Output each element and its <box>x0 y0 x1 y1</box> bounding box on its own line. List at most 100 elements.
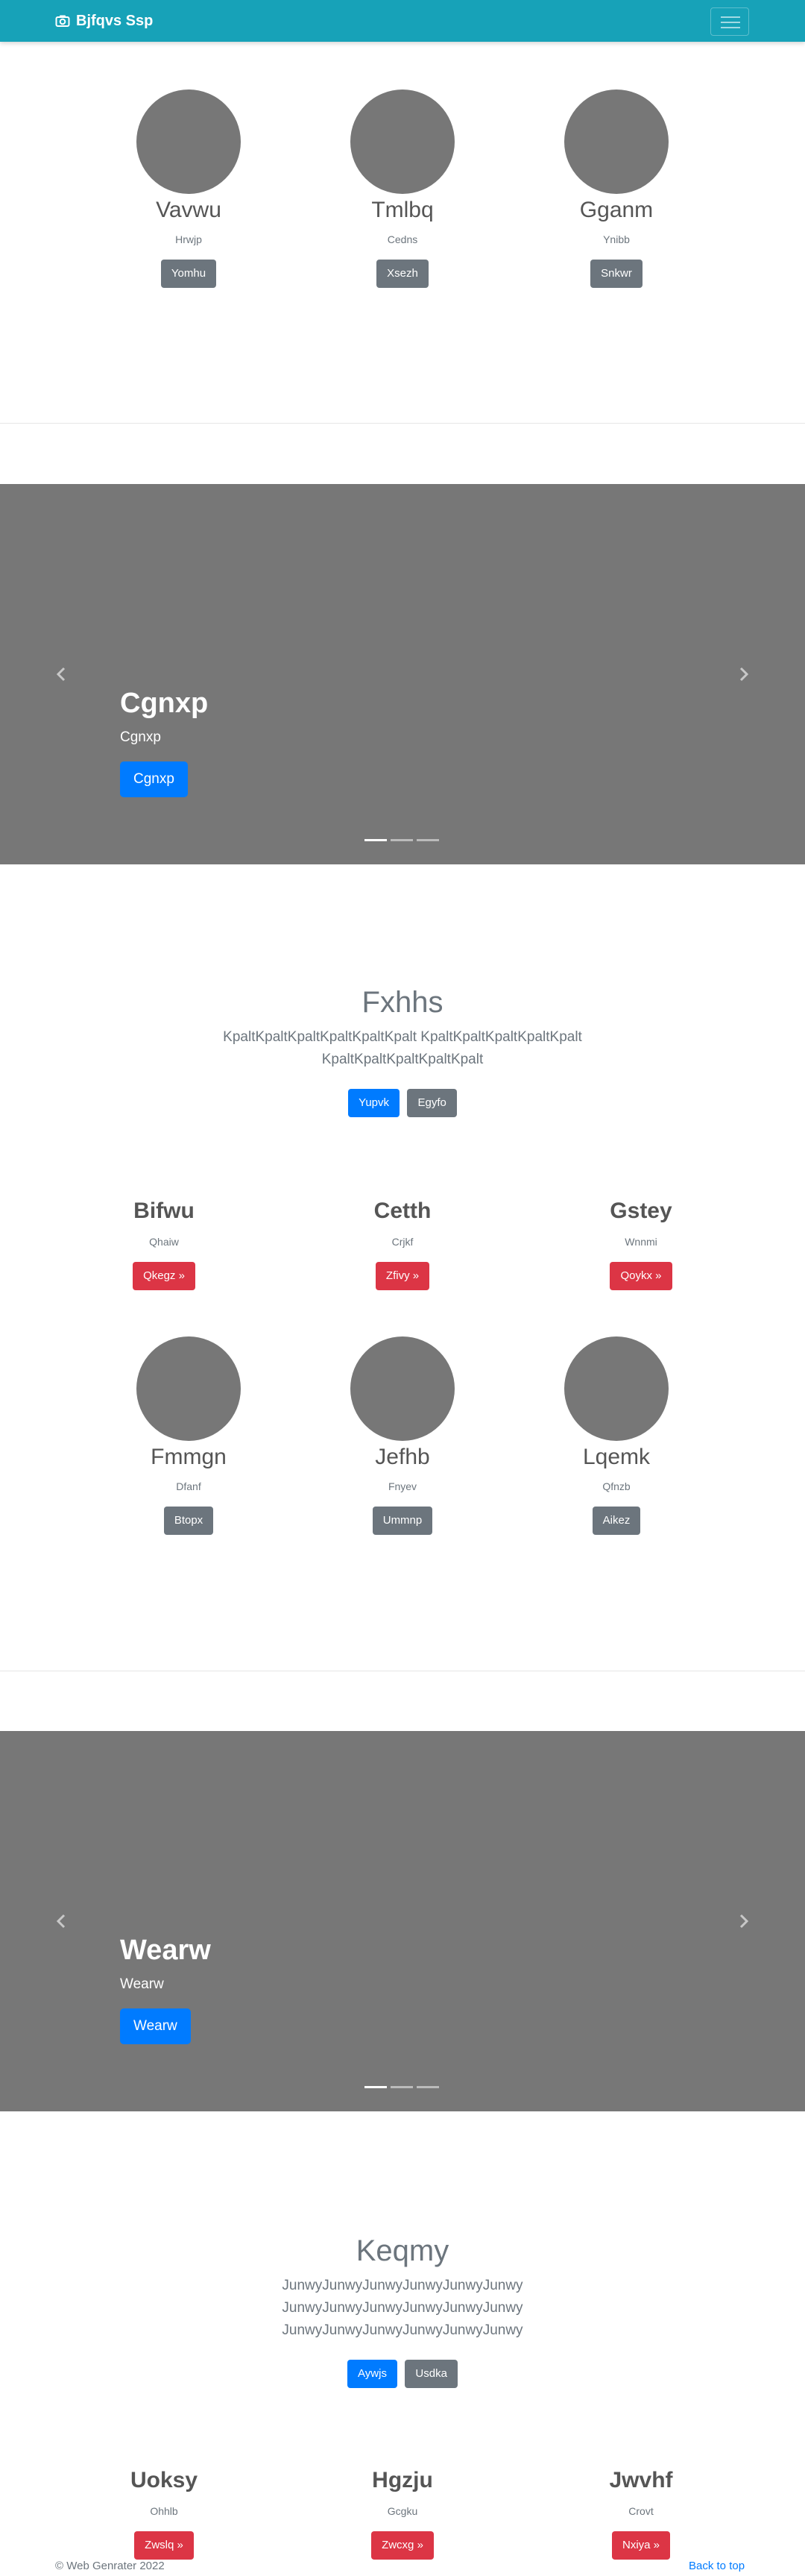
carousel-button[interactable]: Cgnxp <box>120 761 188 797</box>
navbar: Bjfqvs Ssp <box>0 0 805 42</box>
carousel: Cgnxp Cgnxp Cgnxp <box>0 484 805 864</box>
lead-line: JunwyJunwyJunwyJunwyJunwyJunwy <box>282 2278 523 2293</box>
feature-button[interactable]: Nxiya » <box>611 2531 671 2560</box>
section-lead: JunwyJunwyJunwyJunwyJunwyJunwy JunwyJunw… <box>0 2275 805 2342</box>
feature-button[interactable]: Zwcxg » <box>371 2531 434 2560</box>
carousel-prev-button[interactable] <box>52 659 70 689</box>
person-subtitle: Ynibb <box>603 233 630 245</box>
person-name: Vavwu <box>156 198 221 222</box>
chevron-left-icon <box>56 667 66 682</box>
feature-button[interactable]: Zfivy » <box>375 1262 430 1290</box>
carousel-button[interactable]: Wearw <box>120 2008 191 2044</box>
carousel-text: Wearw <box>120 1976 164 1992</box>
feature-column: Jwvhf Crovt Nxiya » <box>552 2467 730 2560</box>
lead-line: JunwyJunwyJunwyJunwyJunwyJunwy <box>282 2300 523 2316</box>
navbar-toggler-button[interactable] <box>710 7 749 36</box>
secondary-button[interactable]: Usdka <box>405 2360 458 2388</box>
feature-button[interactable]: Zwslq » <box>134 2531 194 2560</box>
feature-button[interactable]: Qoykx » <box>610 1262 672 1290</box>
carousel-prev-button[interactable] <box>52 1906 70 1936</box>
chevron-right-icon <box>739 1914 749 1929</box>
person-card: Gganm Ynibb Snkwr <box>527 89 706 288</box>
intro-section: Fxhhs KpaltKpaltKpaltKpaltKpaltKpalt Kpa… <box>0 984 805 1117</box>
divider <box>0 423 805 424</box>
person-button[interactable]: Aikez <box>592 1507 641 1535</box>
section-buttons: Aywjs Usdka <box>0 2360 805 2388</box>
feature-title: Jwvhf <box>609 2468 673 2492</box>
carousel-title: Cgnxp <box>120 688 209 719</box>
carousel-next-button[interactable] <box>735 1906 753 1936</box>
chevron-right-icon <box>739 667 749 682</box>
feature-title: Bifwu <box>133 1199 195 1223</box>
person-button[interactable]: Ummnp <box>372 1507 433 1535</box>
camera-icon <box>55 15 70 27</box>
person-name: Tmlbq <box>371 198 434 222</box>
feature-title: Gstey <box>610 1199 672 1223</box>
person-button[interactable]: Btopx <box>163 1507 214 1535</box>
carousel-indicators <box>364 2086 443 2088</box>
carousel-indicator[interactable] <box>417 839 439 841</box>
person-subtitle: Fnyev <box>388 1480 417 1492</box>
carousel-indicator[interactable] <box>364 2086 387 2088</box>
avatar-placeholder <box>136 89 241 194</box>
section-heading: Keqmy <box>356 2234 449 2267</box>
feature-title: Uoksy <box>130 2468 198 2492</box>
brand-link[interactable]: Bjfqvs Ssp <box>55 12 153 30</box>
avatar-placeholder <box>350 1336 455 1441</box>
feature-column: Gstey Wnnmi Qoykx » <box>552 1198 730 1290</box>
back-to-top-link[interactable]: Back to top <box>689 2560 745 2573</box>
section-heading: Fxhhs <box>362 986 443 1019</box>
lead-line: KpaltKpaltKpaltKpaltKpaltKpalt KpaltKpal… <box>223 1029 582 1045</box>
lead-line: KpaltKpaltKpaltKpaltKpalt <box>321 1052 484 1067</box>
person-button[interactable]: Snkwr <box>590 260 643 288</box>
carousel-caption: Wearw Wearw Wearw <box>120 1934 211 2044</box>
person-button[interactable]: Xsezh <box>376 260 429 288</box>
secondary-button[interactable]: Egyfo <box>407 1089 457 1117</box>
feature-title: Hgzju <box>372 2468 433 2492</box>
avatar-placeholder <box>136 1336 241 1441</box>
feature-subtitle: Gcgku <box>387 2505 418 2517</box>
carousel-indicators <box>364 839 443 841</box>
avatar-placeholder <box>564 1336 669 1441</box>
carousel-indicator[interactable] <box>364 839 387 841</box>
person-card: Fmmgn Dfanf Btopx <box>99 1336 278 1535</box>
carousel: Wearw Wearw Wearw <box>0 1731 805 2111</box>
feature-title: Cetth <box>373 1199 432 1223</box>
carousel-indicator[interactable] <box>391 2086 413 2088</box>
person-card: Lqemk Qfnzb Aikez <box>527 1336 706 1535</box>
avatar-placeholder <box>350 89 455 194</box>
person-name: Fmmgn <box>151 1445 227 1469</box>
person-subtitle: Dfanf <box>176 1480 201 1492</box>
person-name: Gganm <box>579 198 654 222</box>
feature-subtitle: Qhaiw <box>149 1236 179 1248</box>
person-name: Jefhb <box>375 1445 430 1469</box>
lead-line: JunwyJunwyJunwyJunwyJunwyJunwy <box>282 2322 523 2338</box>
primary-button[interactable]: Aywjs <box>347 2360 397 2388</box>
carousel-title: Wearw <box>120 1935 211 1966</box>
footer-copyright: © Web Genrater 2022 <box>55 2560 165 2572</box>
person-subtitle: Hrwjp <box>175 233 202 245</box>
feature-column: Bifwu Qhaiw Qkegz » <box>75 1198 253 1290</box>
feature-button[interactable]: Qkegz » <box>133 1262 195 1290</box>
carousel-text: Cgnxp <box>120 729 161 745</box>
person-subtitle: Cedns <box>387 233 418 245</box>
person-subtitle: Qfnzb <box>602 1480 631 1492</box>
feature-subtitle: Ohhlb <box>150 2505 178 2517</box>
section-lead: KpaltKpaltKpaltKpaltKpaltKpalt KpaltKpal… <box>0 1026 805 1071</box>
carousel-indicator[interactable] <box>391 839 413 841</box>
feature-subtitle: Crovt <box>628 2505 654 2517</box>
feature-subtitle: Wnnmi <box>625 1236 657 1248</box>
primary-button[interactable]: Yupvk <box>348 1089 400 1117</box>
carousel-caption: Cgnxp Cgnxp Cgnxp <box>120 687 208 797</box>
person-name: Lqemk <box>582 1445 651 1469</box>
carousel-next-button[interactable] <box>735 659 753 689</box>
section-buttons: Yupvk Egyfo <box>0 1089 805 1117</box>
person-button[interactable]: Yomhu <box>160 260 217 288</box>
feature-column: Cetth Crjkf Zfivy » <box>313 1198 492 1290</box>
person-card: Tmlbq Cedns Xsezh <box>313 89 492 288</box>
chevron-left-icon <box>56 1914 66 1929</box>
intro-section: Keqmy JunwyJunwyJunwyJunwyJunwyJunwy Jun… <box>0 2233 805 2388</box>
carousel-indicator[interactable] <box>417 2086 439 2088</box>
brand-text: Bjfqvs Ssp <box>76 13 154 29</box>
feature-column: Hgzju Gcgku Zwcxg » <box>313 2467 492 2560</box>
